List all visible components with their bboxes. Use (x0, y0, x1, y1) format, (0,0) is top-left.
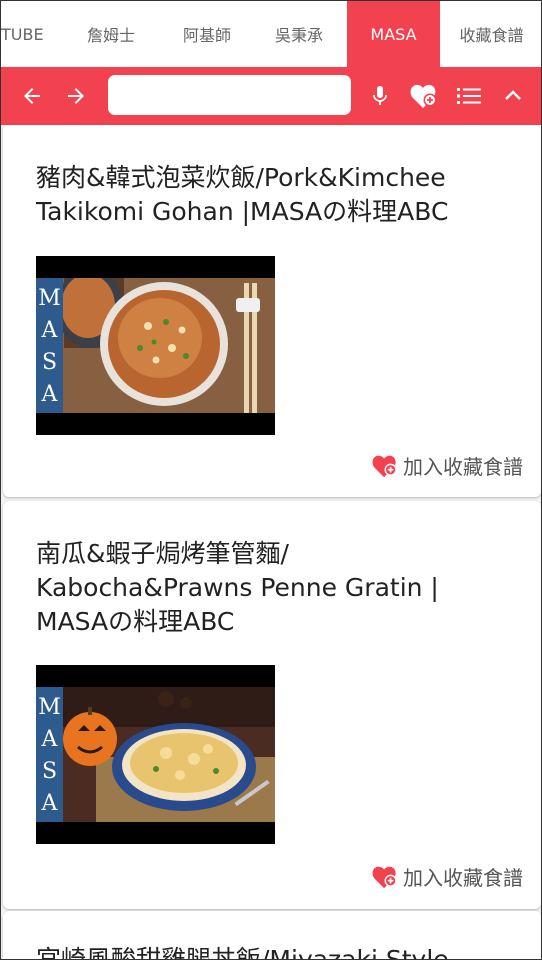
forward-button[interactable] (59, 67, 93, 125)
kimchee-rice-image: M A S A (36, 278, 275, 413)
masa-logo-s: S (42, 759, 57, 784)
search-input[interactable] (108, 75, 351, 115)
add-to-favorites-label: 加入收藏食譜 (403, 866, 523, 890)
add-to-favorites-link[interactable]: 加入收藏食譜 (371, 451, 523, 480)
microphone-icon (373, 86, 387, 105)
app-frame: TUBE 詹姆士 阿基師 吳秉承 MASA 收藏食譜 豬肉&韓式泡菜炊飯/Por… (0, 0, 542, 960)
recipe-title[interactable]: 南瓜&蝦子焗烤筆管麵/ Kabocha&Prawns Penne Gratin … (36, 537, 506, 639)
tab-favorites[interactable]: 收藏食譜 (440, 1, 541, 67)
recipe-thumbnail[interactable]: M A S A (36, 665, 275, 844)
back-button[interactable] (15, 67, 49, 125)
recipe-title[interactable]: 豬肉&韓式泡菜炊飯/Pork&Kimchee Takikomi Gohan |M… (36, 161, 506, 229)
masa-logo-a1: A (41, 727, 59, 752)
tab-james[interactable]: 詹姆士 (59, 1, 163, 67)
tab-masa[interactable]: MASA (347, 1, 440, 67)
category-tabbar: TUBE 詹姆士 阿基師 吳秉承 MASA 收藏食譜 (1, 1, 541, 67)
recipe-thumbnail[interactable]: M A S A (36, 256, 275, 435)
add-to-favorites-link[interactable]: 加入收藏食譜 (371, 862, 523, 891)
add-to-favorites-label: 加入收藏食譜 (403, 455, 523, 479)
tab-wu-bing-cheng[interactable]: 吳秉承 (251, 1, 347, 67)
masa-logo-a2: A (41, 791, 59, 816)
tab-ah-ji-shi[interactable]: 阿基師 (163, 1, 251, 67)
recipe-card[interactable]: 宮崎風酸甜雞腿丼飯/Miyazaki Style (3, 911, 541, 959)
tab-tube[interactable]: TUBE (1, 1, 59, 67)
scroll-top-button[interactable] (498, 67, 528, 125)
penne-gratin-image: M A S A (36, 687, 275, 822)
toolbar (1, 67, 541, 125)
masa-logo-a2: A (41, 382, 59, 407)
masa-logo-a1: A (41, 318, 59, 343)
recipe-title[interactable]: 宮崎風酸甜雞腿丼飯/Miyazaki Style (36, 943, 506, 959)
list-view-button[interactable] (452, 67, 486, 125)
chevron-up-icon (505, 90, 521, 100)
add-favorite-button[interactable] (407, 67, 441, 125)
masa-logo-s: S (42, 350, 57, 375)
recipe-card[interactable]: 南瓜&蝦子焗烤筆管麵/ Kabocha&Prawns Penne Gratin … (3, 501, 541, 909)
voice-search-button[interactable] (365, 67, 395, 125)
heart-add-icon (372, 455, 397, 477)
recipe-list: 豬肉&韓式泡菜炊飯/Pork&Kimchee Takikomi Gohan |M… (1, 125, 541, 959)
arrow-right-icon (68, 88, 84, 104)
heart-add-icon (410, 84, 437, 108)
heart-add-icon (372, 866, 397, 888)
list-icon (457, 88, 481, 104)
arrow-left-icon (24, 88, 40, 104)
masa-logo-m: M (38, 695, 61, 720)
recipe-card[interactable]: 豬肉&韓式泡菜炊飯/Pork&Kimchee Takikomi Gohan |M… (3, 125, 541, 497)
masa-logo-m: M (38, 286, 61, 311)
